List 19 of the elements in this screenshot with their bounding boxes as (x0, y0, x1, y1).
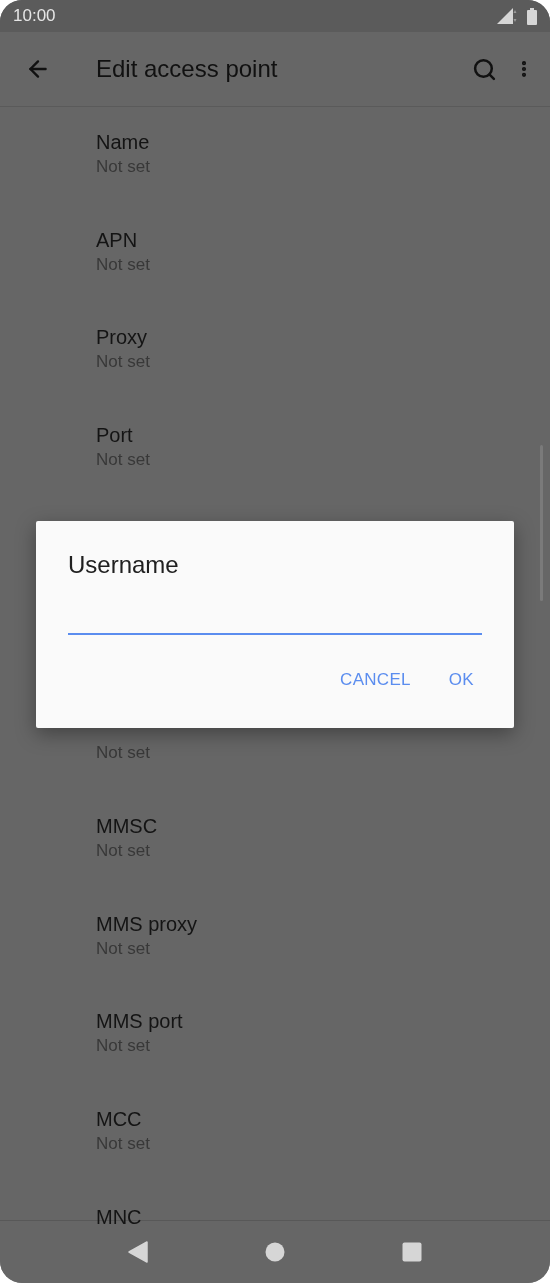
clock: 10:00 (13, 5, 56, 28)
signal-icon (497, 8, 517, 24)
battery-icon (527, 7, 537, 25)
setting-title[interactable]: Name (96, 129, 150, 155)
setting-title[interactable]: MMS port (96, 1008, 183, 1035)
setting-title[interactable]: MMS proxy (96, 910, 198, 937)
setting-title[interactable]: Port (96, 422, 133, 449)
dialog-title: Username (68, 550, 180, 580)
back-triangle-icon[interactable] (128, 1241, 149, 1263)
screen-title: Edit access point (96, 54, 278, 84)
recents-icon[interactable] (401, 1242, 422, 1262)
home-icon[interactable] (265, 1242, 285, 1262)
setting-title[interactable]: MMSC (96, 812, 158, 839)
setting-title[interactable]: Proxy (96, 324, 148, 351)
setting-title[interactable]: MCC (96, 1105, 142, 1132)
setting-title[interactable]: MNC (96, 1203, 142, 1230)
dialog-button[interactable]: CANCEL (334, 663, 417, 697)
dialog-button[interactable]: OK (442, 663, 480, 697)
setting-title[interactable]: APN (96, 226, 138, 253)
